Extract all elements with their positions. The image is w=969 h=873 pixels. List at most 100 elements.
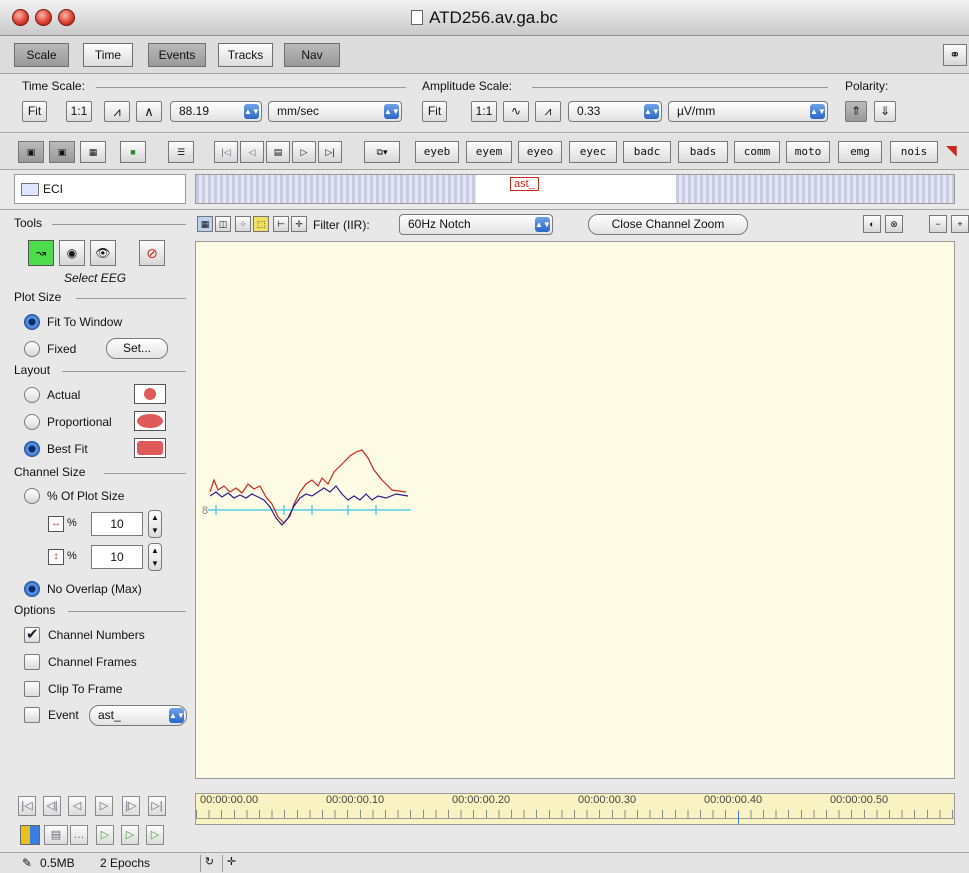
event-button-eyem[interactable]: eyem (466, 141, 512, 163)
more-icon[interactable]: … (70, 825, 88, 845)
amplitude-unit-select[interactable]: µV/mm ▲▼ (668, 101, 828, 122)
event-button-eyec[interactable]: eyec (569, 141, 617, 163)
timeline-layout-icon[interactable]: ▤ (44, 825, 68, 845)
event-button-eyeb[interactable]: eyeb (415, 141, 459, 163)
grid-icon[interactable]: ▦ (197, 216, 213, 232)
tools-label: Tools (14, 216, 43, 230)
amplitude-fit-button[interactable]: Fit (422, 101, 447, 122)
view-mode-2-icon[interactable]: ▣ (49, 141, 75, 163)
first-event-icon[interactable]: |◁ (214, 141, 238, 163)
event-button-badc[interactable]: badc (623, 141, 671, 163)
tab-scale[interactable]: Scale (14, 43, 69, 67)
tab-nav[interactable]: Nav (284, 43, 340, 67)
time-fit-button[interactable]: Fit (22, 101, 47, 122)
polarity-negative-up-icon[interactable]: ⇑ (845, 101, 867, 122)
polarity-positive-up-icon[interactable]: ⇓ (874, 101, 896, 122)
time-scale-select[interactable]: 88.19 ▲▼ (170, 101, 262, 122)
view-mode-3-icon[interactable]: ▦ (80, 141, 106, 163)
increase-amplitude-icon[interactable]: ⩘ (535, 101, 561, 122)
amplitude-one-to-one-button[interactable]: 1:1 (471, 101, 497, 122)
overlay-icon[interactable]: ◐ (863, 215, 881, 233)
stop-tool-icon[interactable]: ⊘ (139, 240, 165, 266)
width-pct-field[interactable]: 10 (91, 512, 143, 536)
tab-events[interactable]: Events (148, 43, 206, 67)
eci-field[interactable]: ECI (14, 174, 186, 204)
event-button-emg[interactable]: emg (838, 141, 882, 163)
play-icon[interactable]: ▷ (96, 825, 114, 845)
event-select[interactable]: ast_ ▲▼ (89, 705, 187, 726)
set-button[interactable]: Set... (106, 338, 168, 359)
expand-time-icon[interactable]: ∧ (136, 101, 162, 122)
event-track-window (476, 175, 676, 203)
last-page-icon[interactable]: ▷| (148, 796, 166, 816)
amplitude-unit-value: µV/mm (677, 104, 716, 118)
channel-frames-label: Channel Frames (48, 655, 137, 669)
compress-time-icon[interactable]: ⩘ (104, 101, 130, 122)
eye-tool-icon[interactable]: 👁 (90, 240, 116, 266)
move-icon[interactable]: ✛ (291, 216, 307, 232)
last-event-icon[interactable]: ▷| (318, 141, 342, 163)
time-unit-select[interactable]: mm/sec ▲▼ (268, 101, 402, 122)
event-marker[interactable]: ast_ (510, 177, 539, 191)
export-icon[interactable]: ■ (120, 141, 146, 163)
frame-icon[interactable]: ◫ (215, 216, 231, 232)
color-grid-icon[interactable] (20, 825, 40, 845)
step-forward-icon[interactable]: ▷ (95, 796, 113, 816)
link-icon[interactable]: ⚭ (943, 44, 967, 66)
event-button-comm[interactable]: comm (734, 141, 780, 163)
tab-time[interactable]: Time (83, 43, 133, 67)
crosshair-icon[interactable]: ✛ (222, 855, 240, 872)
time-one-to-one-button[interactable]: 1:1 (66, 101, 92, 122)
view-mode-1-icon[interactable]: ▣ (18, 141, 44, 163)
eeg-plot[interactable]: 8 (195, 241, 955, 779)
first-page-icon[interactable]: |◁ (18, 796, 36, 816)
channel-list-icon[interactable]: ☰ (168, 141, 194, 163)
previous-event-icon[interactable]: ◁ (240, 141, 264, 163)
actual-layout-icon (134, 384, 166, 404)
decrease-amplitude-icon[interactable]: ∿ (503, 101, 529, 122)
next-page-icon[interactable]: |▷ (122, 796, 140, 816)
cursor-tool-icon[interactable]: ◉ (59, 240, 85, 266)
height-pct-stepper[interactable]: ▲ ▼ (148, 543, 162, 571)
fixed-radio[interactable] (24, 341, 40, 357)
tab-tracks[interactable]: Tracks (218, 43, 273, 67)
scatter-icon[interactable]: ⁘ (235, 216, 251, 232)
select-eeg-tool-icon[interactable]: ↝ (28, 240, 54, 266)
play-segment-icon[interactable]: ▷ (121, 825, 139, 845)
proportional-radio[interactable] (24, 414, 40, 430)
clip-to-frame-checkbox[interactable] (24, 681, 40, 697)
filter-select[interactable]: 60Hz Notch ▲▼ (399, 214, 553, 235)
event-button-bads[interactable]: bads (678, 141, 728, 163)
amplitude-scale-select[interactable]: 0.33 ▲▼ (568, 101, 662, 122)
timeline[interactable]: 00:00:00.00 00:00:00.10 00:00:00.20 00:0… (195, 793, 955, 825)
pct-of-plot-radio[interactable] (24, 488, 40, 504)
best-fit-radio[interactable] (24, 441, 40, 457)
width-pct-stepper[interactable]: ▲ ▼ (148, 510, 162, 538)
timeline-cursor[interactable] (738, 812, 739, 824)
fit-to-window-radio[interactable] (24, 314, 40, 330)
actual-radio[interactable] (24, 387, 40, 403)
channel-frames-checkbox[interactable] (24, 654, 40, 670)
close-channel-zoom-button[interactable]: Close Channel Zoom (588, 214, 748, 235)
marker-icon[interactable]: ◥ (946, 142, 969, 162)
event-checkbox[interactable] (24, 707, 40, 723)
event-track[interactable]: ast_ (195, 174, 955, 204)
highlight-icon[interactable]: ⬚ (253, 216, 269, 232)
zoom-out-icon[interactable]: − (929, 215, 947, 233)
add-event-menu-icon[interactable]: ⧉▾ (364, 141, 400, 163)
play-all-icon[interactable]: ▷ (146, 825, 164, 845)
no-overlap-radio[interactable] (24, 581, 40, 597)
channel-numbers-checkbox[interactable]: ✔ (24, 627, 40, 643)
rotate-icon[interactable]: ↻ (200, 855, 218, 872)
event-list-icon[interactable]: ▤ (266, 141, 290, 163)
event-button-eyeo[interactable]: eyeo (518, 141, 562, 163)
step-back-icon[interactable]: ◁ (68, 796, 86, 816)
split-icon[interactable]: ⊢ (273, 216, 289, 232)
scope-icon[interactable]: ⊗ (885, 215, 903, 233)
height-pct-field[interactable]: 10 (91, 545, 143, 569)
event-button-moto[interactable]: moto (786, 141, 830, 163)
next-event-icon[interactable]: ▷ (292, 141, 316, 163)
zoom-in-icon[interactable]: + (951, 215, 969, 233)
previous-page-icon[interactable]: ◁| (43, 796, 61, 816)
event-button-nois[interactable]: nois (890, 141, 938, 163)
